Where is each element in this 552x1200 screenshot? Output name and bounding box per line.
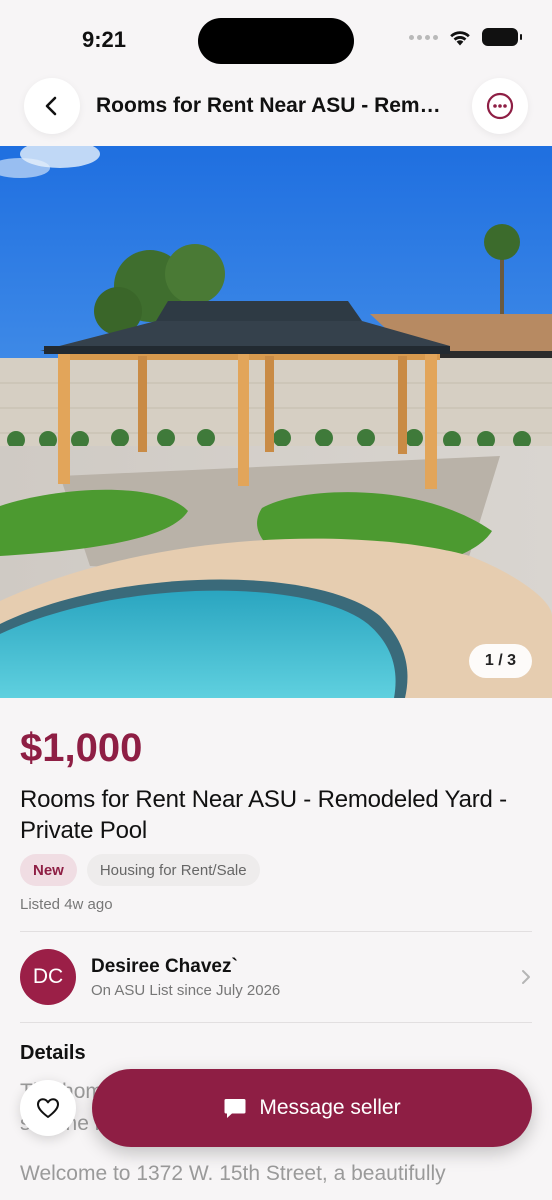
- back-arrow-icon: [45, 96, 57, 116]
- chevron-right-icon: [522, 970, 530, 984]
- description-paragraph: Welcome to 1372 W. 15th Street, a beauti…: [20, 1162, 446, 1185]
- listed-time: Listed 4w ago: [20, 896, 113, 913]
- seller-name: Desiree Chavez`: [91, 956, 238, 977]
- message-seller-button[interactable]: Message seller: [92, 1069, 532, 1147]
- chat-bubble-icon: [224, 1099, 246, 1118]
- listing-title: Rooms for Rent Near ASU - Remodeled Yard…: [20, 786, 507, 844]
- divider: [20, 1022, 532, 1023]
- seller-avatar: DC: [20, 949, 76, 1005]
- more-options-button[interactable]: [472, 78, 528, 134]
- more-options-icon: [486, 92, 514, 120]
- favorite-button[interactable]: [20, 1080, 76, 1136]
- listing-photo-carousel[interactable]: 1 / 3: [0, 146, 552, 698]
- message-seller-label: Message seller: [259, 1096, 401, 1119]
- listing-tags: New Housing for Rent/Sale: [20, 854, 260, 886]
- nav-title: Rooms for Rent Near ASU - Remodeled Yard…: [96, 94, 452, 117]
- status-icons: [409, 28, 522, 46]
- wifi-icon: [450, 31, 470, 46]
- status-bar: 9:21: [0, 0, 552, 80]
- back-button[interactable]: [24, 78, 80, 134]
- details-heading: Details: [20, 1042, 86, 1064]
- status-time: 9:21: [82, 27, 127, 52]
- battery-icon: [482, 28, 522, 46]
- dynamic-island: [198, 18, 354, 64]
- listing-photo: [0, 146, 552, 698]
- listing-price: $1,000: [20, 726, 143, 770]
- category-chip[interactable]: Housing for Rent/Sale: [86, 854, 260, 886]
- new-badge: New: [20, 854, 77, 886]
- cellular-signal-icon: [409, 34, 438, 40]
- photo-counter: 1 / 3: [468, 644, 532, 678]
- divider: [20, 931, 532, 932]
- seller-member-since: On ASU List since July 2026: [91, 982, 281, 999]
- seller-row[interactable]: DC Desiree Chavez` On ASU List since Jul…: [20, 949, 532, 1007]
- heart-icon: [37, 1098, 59, 1118]
- navigation-bar: Rooms for Rent Near ASU - Remodeled Yard…: [0, 78, 552, 146]
